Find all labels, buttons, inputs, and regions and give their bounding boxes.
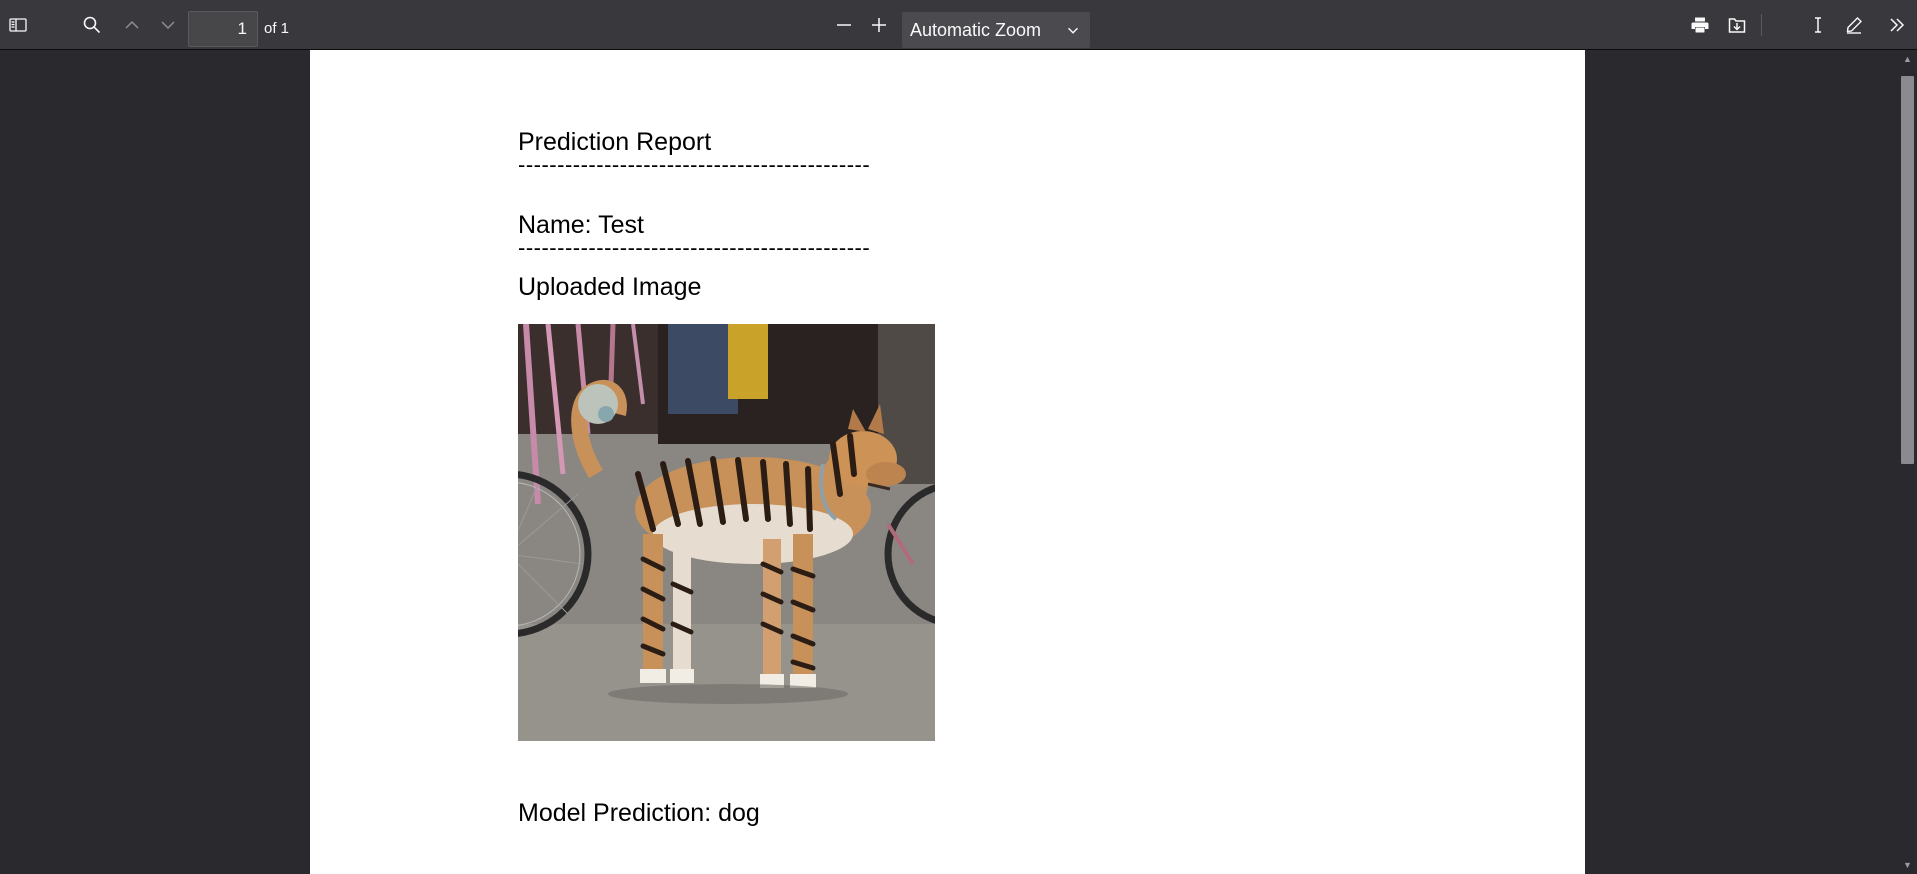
next-page-icon: [161, 21, 175, 30]
page-number-input[interactable]: [188, 11, 258, 47]
sidebar-toggle-icon: [9, 18, 27, 32]
title-separator: ----------------------------------------…: [518, 152, 871, 177]
scroll-up-icon[interactable]: ▲: [1902, 54, 1913, 65]
tiger-striped-dog-illustration: [518, 324, 935, 741]
text-tool-button[interactable]: [1804, 11, 1832, 39]
text-cursor-icon: [1815, 17, 1821, 33]
chevron-down-icon: [1067, 27, 1079, 34]
uploaded-photo: [518, 324, 935, 741]
pdf-toolbar: of 1 Automatic Zoom: [0, 0, 1917, 50]
zoom-select-value: Automatic Zoom: [910, 19, 1042, 40]
tools-icon: [1890, 18, 1905, 32]
page-count-label: of 1: [264, 20, 290, 37]
draw-icon: [1846, 17, 1862, 34]
pdf-page: Prediction Report ----------------------…: [310, 50, 1585, 874]
print-button[interactable]: [1686, 11, 1714, 39]
vertical-scrollbar[interactable]: ▲ ▼: [1898, 50, 1917, 874]
zoom-select[interactable]: Automatic Zoom: [902, 12, 1090, 48]
zoom-in-icon: [872, 18, 886, 32]
previous-page-icon: [125, 20, 139, 29]
next-page-button[interactable]: [154, 11, 182, 39]
toolbar-separator: [1761, 14, 1762, 36]
print-icon: [1691, 17, 1709, 33]
scrollbar-thumb[interactable]: [1901, 76, 1914, 464]
scroll-down-icon[interactable]: ▼: [1902, 860, 1913, 871]
find-button[interactable]: [78, 11, 106, 39]
zoom-in-button[interactable]: [865, 11, 893, 39]
search-icon: [83, 16, 101, 34]
name-separator: ----------------------------------------…: [518, 235, 871, 260]
zoom-out-icon: [837, 24, 851, 26]
previous-page-button[interactable]: [118, 11, 146, 39]
uploaded-image-heading: Uploaded Image: [518, 273, 702, 301]
tools-menu-button[interactable]: [1883, 11, 1911, 39]
zoom-out-button[interactable]: [830, 11, 858, 39]
sidebar-toggle-button[interactable]: [4, 11, 32, 39]
document-viewer: Prediction Report ----------------------…: [0, 50, 1917, 874]
save-button[interactable]: [1723, 11, 1751, 39]
draw-tool-button[interactable]: [1840, 11, 1868, 39]
model-prediction-line: Model Prediction: dog: [518, 799, 760, 827]
save-icon: [1728, 18, 1746, 33]
